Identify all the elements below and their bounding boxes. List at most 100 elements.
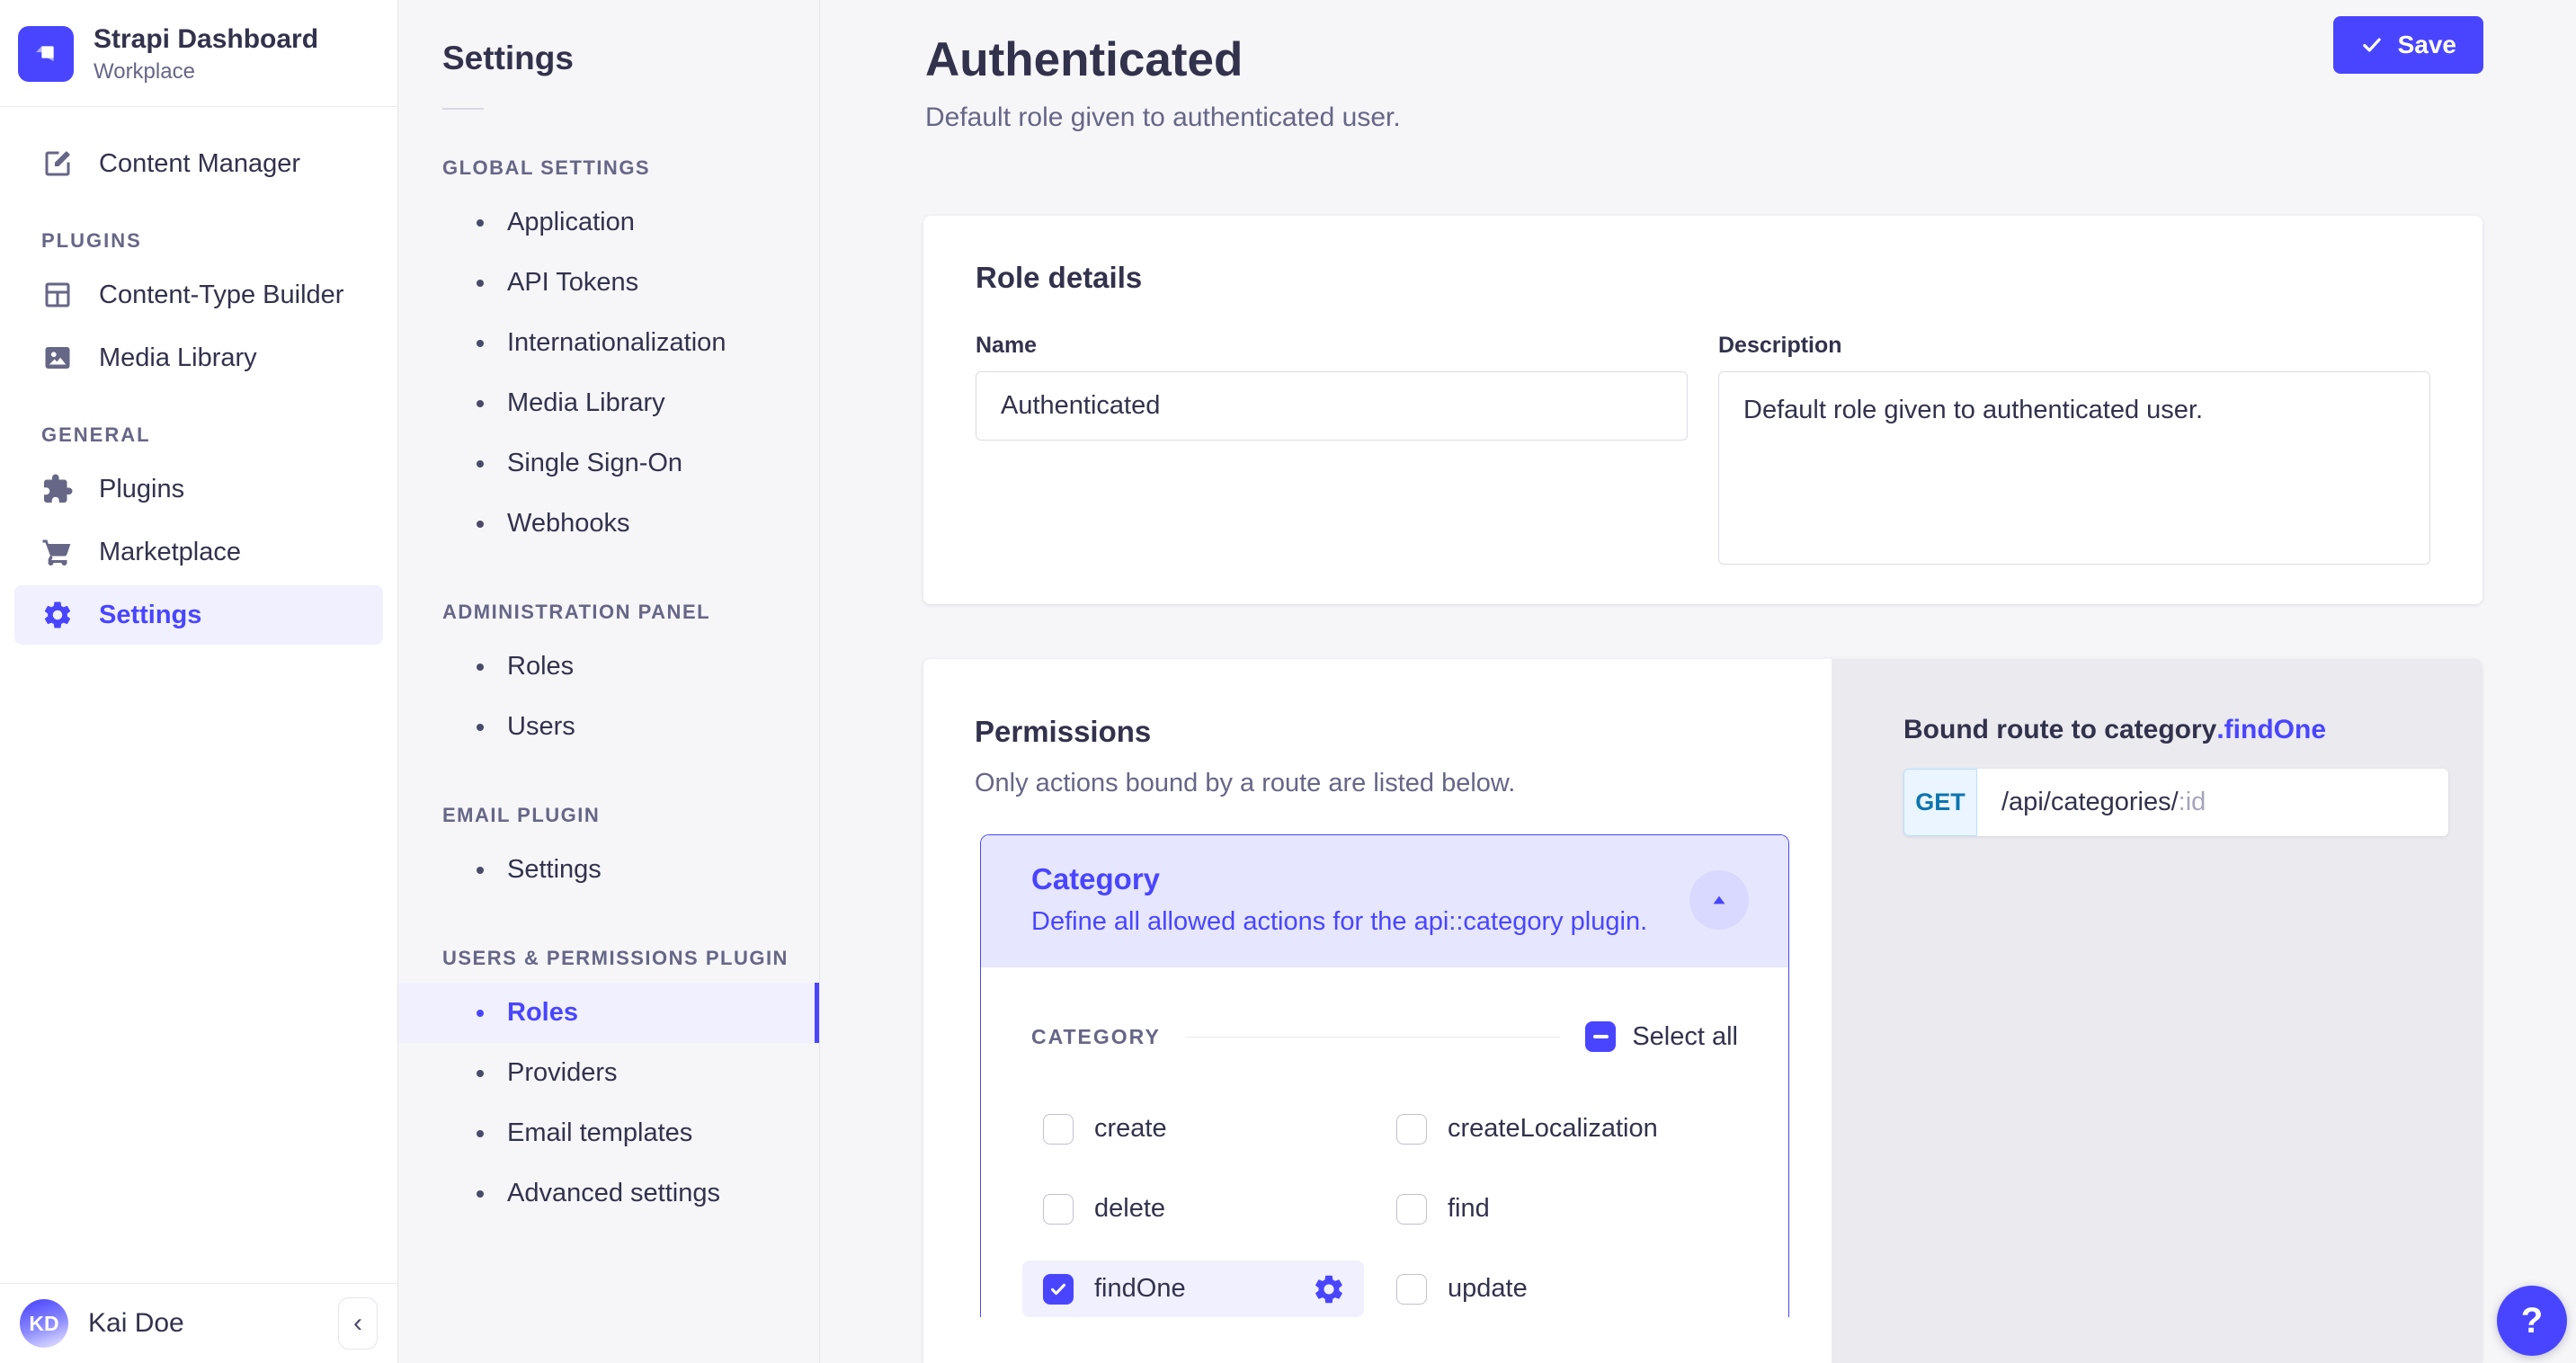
save-button-label: Save	[2398, 31, 2456, 59]
content-manager-icon	[41, 147, 74, 180]
sidebar-item-label: Content Manager	[99, 149, 300, 179]
section-email-plugin: EMAIL PLUGIN	[442, 804, 819, 827]
question-mark-icon: ?	[2521, 1301, 2543, 1341]
bullet-icon	[477, 1190, 484, 1198]
sidebar-section-general: GENERAL	[41, 423, 397, 447]
collapse-sidebar-button[interactable]: ‹	[338, 1297, 378, 1350]
find-checkbox[interactable]	[1396, 1194, 1427, 1225]
route-path: /api/categories/:id	[1977, 769, 2206, 836]
permission-delete: delete	[1031, 1180, 1385, 1237]
settings-item-admin-roles[interactable]: Roles	[399, 637, 819, 697]
settings-item-providers[interactable]: Providers	[399, 1043, 819, 1103]
findone-settings-button[interactable]	[1312, 1272, 1346, 1306]
settings-item-label: Roles	[507, 998, 578, 1028]
settings-item-label: Application	[507, 208, 635, 237]
category-accordion-header[interactable]: Category Define all allowed actions for …	[981, 835, 1788, 967]
bullet-icon	[477, 521, 484, 528]
sidebar-item-plugins[interactable]: Plugins	[14, 459, 383, 519]
settings-item-single-sign-on[interactable]: Single Sign-On	[399, 433, 819, 494]
category-accordion: Category Define all allowed actions for …	[980, 834, 1789, 1317]
settings-item-internationalization[interactable]: Internationalization	[399, 313, 819, 373]
settings-item-webhooks[interactable]: Webhooks	[399, 494, 819, 554]
bound-route-panel: Bound route to category.findOne GET /api…	[1832, 659, 2482, 1363]
settings-item-email-templates[interactable]: Email templates	[399, 1103, 819, 1163]
name-field[interactable]	[976, 371, 1688, 441]
settings-item-label: Internationalization	[507, 328, 726, 358]
workspace-switcher[interactable]: Strapi Dashboard Workplace	[0, 0, 397, 106]
puzzle-icon	[41, 473, 74, 505]
checkbox-label[interactable]: findOne	[1094, 1274, 1186, 1304]
checkbox-label[interactable]: delete	[1094, 1194, 1165, 1224]
checkbox-label[interactable]: createLocalization	[1448, 1114, 1658, 1144]
permissions-panel: Permissions Only actions bound by a rout…	[923, 659, 1832, 1363]
settings-item-advanced-settings[interactable]: Advanced settings	[399, 1163, 819, 1224]
workspace-name: Workplace	[94, 59, 318, 85]
collapse-accordion-button[interactable]	[1689, 870, 1749, 930]
http-method-badge: GET	[1903, 769, 1977, 836]
gear-icon	[41, 599, 74, 631]
select-all-label[interactable]: Select all	[1632, 1022, 1738, 1052]
select-all-control[interactable]: Select all	[1585, 1021, 1738, 1052]
description-field[interactable]: Default role given to authenticated user…	[1718, 371, 2430, 565]
bullet-icon	[477, 219, 484, 227]
settings-item-admin-users[interactable]: Users	[399, 697, 819, 757]
category-group-label: CATEGORY	[1031, 1025, 1161, 1049]
settings-item-media-library[interactable]: Media Library	[399, 373, 819, 433]
sidebar-item-label: Content-Type Builder	[99, 281, 343, 310]
accordion-title: Category	[1031, 862, 1647, 896]
group-divider	[1186, 1037, 1561, 1038]
findone-checkbox[interactable]	[1043, 1274, 1074, 1305]
settings-sidebar: Settings GLOBAL SETTINGS Application API…	[399, 0, 820, 1363]
update-checkbox[interactable]	[1396, 1274, 1427, 1305]
createlocalization-checkbox[interactable]	[1396, 1114, 1427, 1145]
sidebar-item-label: Marketplace	[99, 538, 241, 567]
main-content: Authenticated Default role given to auth…	[821, 0, 2576, 1363]
sidebar-item-label: Plugins	[99, 475, 184, 504]
minus-icon	[1593, 1035, 1609, 1038]
route-path-param: :id	[2179, 788, 2206, 817]
bullet-icon	[477, 280, 484, 287]
permission-createlocalization: createLocalization	[1385, 1100, 1738, 1157]
settings-item-email-settings[interactable]: Settings	[399, 840, 819, 900]
sidebar-item-settings[interactable]: Settings	[14, 585, 383, 645]
bullet-icon	[477, 1010, 484, 1017]
name-label: Name	[976, 333, 1688, 359]
settings-item-label: Advanced settings	[507, 1179, 720, 1208]
sidebar-nav: Content Manager PLUGINS Content-Type Bui…	[0, 107, 397, 1283]
sidebar-item-media-library[interactable]: Media Library	[14, 328, 383, 388]
page-subtitle: Default role given to authenticated user…	[925, 102, 1401, 133]
checkbox-label[interactable]: find	[1448, 1194, 1490, 1224]
sidebar-item-content-type-builder[interactable]: Content-Type Builder	[14, 265, 383, 325]
permission-update: update	[1385, 1261, 1738, 1317]
checkbox-label[interactable]: create	[1094, 1114, 1167, 1144]
settings-item-api-tokens[interactable]: API Tokens	[399, 253, 819, 313]
settings-item-application[interactable]: Application	[399, 192, 819, 253]
route-path-base: /api/categories/	[2001, 788, 2179, 817]
bound-route-action: .findOne	[2216, 715, 2326, 744]
delete-checkbox[interactable]	[1043, 1194, 1074, 1225]
page-title: Authenticated	[925, 32, 1243, 87]
permissions-section: Permissions Only actions bound by a rout…	[923, 659, 2482, 1363]
settings-item-label: Roles	[507, 652, 574, 682]
checkbox-label[interactable]: update	[1448, 1274, 1528, 1304]
help-button[interactable]: ?	[2497, 1286, 2567, 1356]
avatar-initials: KD	[29, 1312, 58, 1336]
cog-icon	[1312, 1272, 1346, 1306]
category-accordion-body: CATEGORY Select all create	[981, 967, 1788, 1317]
bullet-icon	[477, 460, 484, 468]
sidebar-item-content-manager[interactable]: Content Manager	[14, 134, 383, 193]
settings-item-up-roles[interactable]: Roles	[399, 983, 819, 1043]
route-display: GET /api/categories/:id	[1903, 769, 2448, 836]
sidebar-section-plugins: PLUGINS	[41, 229, 397, 253]
save-button[interactable]: Save	[2333, 16, 2483, 74]
accordion-subtitle: Define all allowed actions for the api::…	[1031, 907, 1647, 937]
avatar[interactable]: KD	[20, 1299, 68, 1348]
sidebar-item-marketplace[interactable]: Marketplace	[14, 522, 383, 582]
bullet-icon	[477, 867, 484, 874]
create-checkbox[interactable]	[1043, 1114, 1074, 1145]
check-icon	[2360, 33, 2384, 57]
section-administration-panel: ADMINISTRATION PANEL	[442, 601, 819, 624]
select-all-checkbox[interactable]	[1585, 1021, 1616, 1052]
user-name: Kai Doe	[88, 1308, 184, 1339]
section-global-settings: GLOBAL SETTINGS	[442, 156, 819, 180]
